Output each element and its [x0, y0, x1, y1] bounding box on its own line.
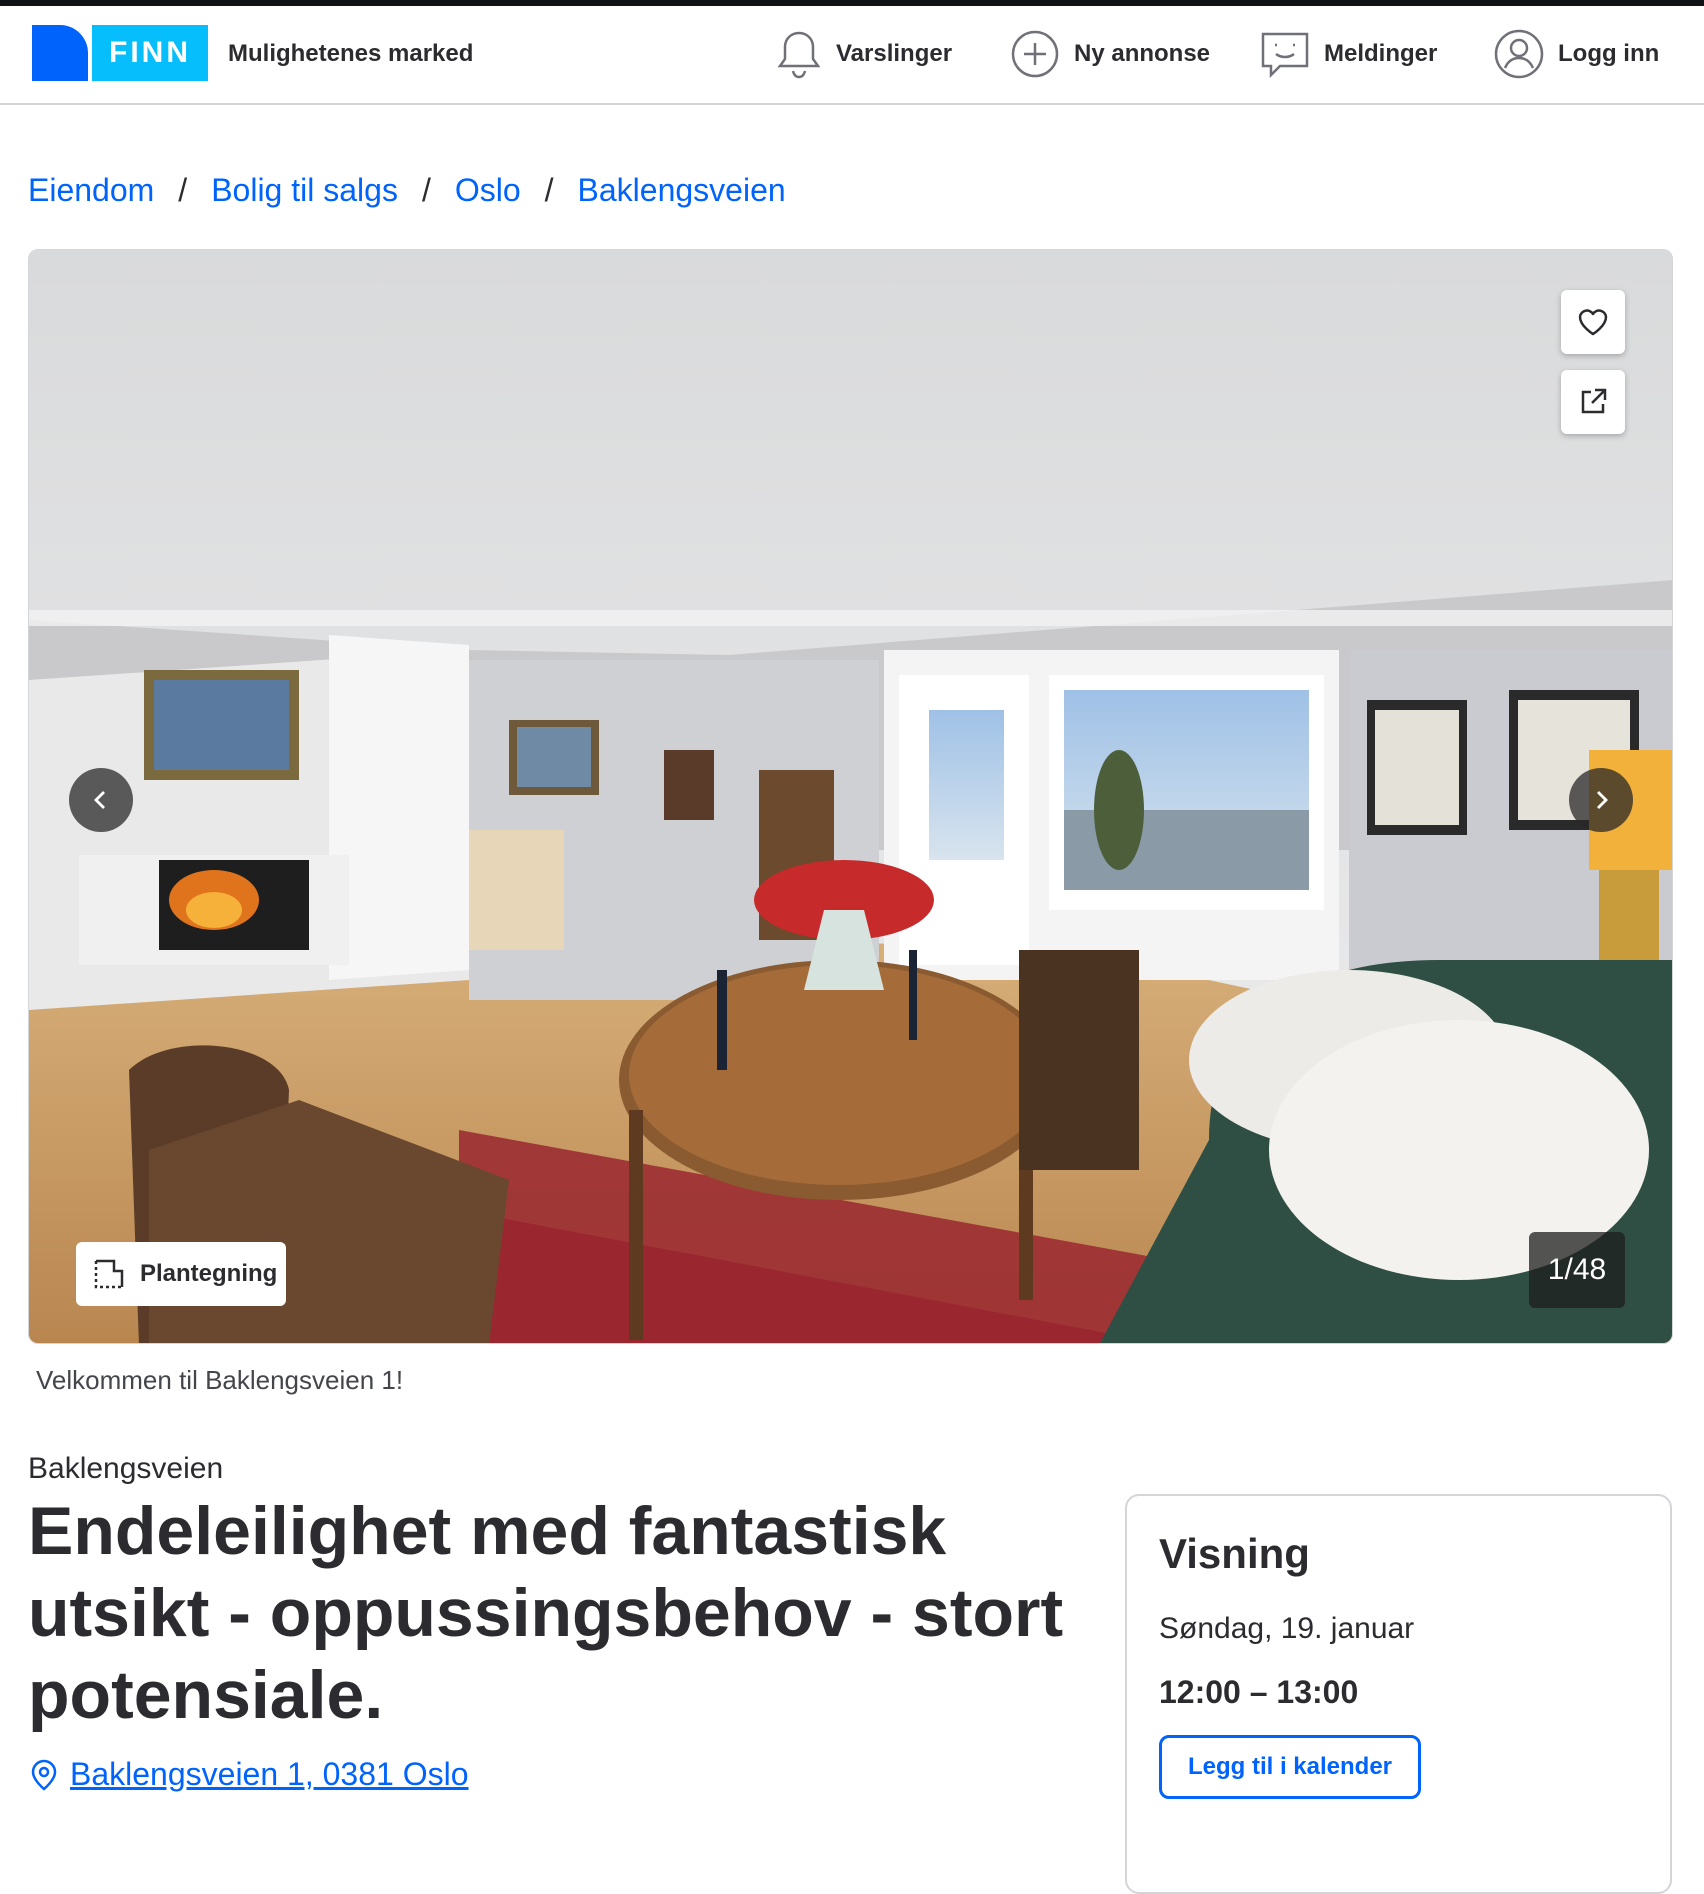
chevron-right-icon — [1597, 791, 1608, 809]
breadcrumb-eiendom[interactable]: Eiendom — [28, 172, 154, 209]
bell-icon — [777, 31, 821, 79]
previous-image-button[interactable] — [69, 768, 133, 832]
favorite-button[interactable] — [1561, 290, 1625, 354]
add-to-calendar-button[interactable]: Legg til i kalender — [1159, 1735, 1421, 1799]
nav-notifications[interactable]: Varslinger — [776, 26, 952, 82]
image-gallery[interactable]: Plantegning 1/48 — [28, 249, 1673, 1344]
image-counter: 1/48 — [1529, 1232, 1625, 1308]
breadcrumb-separator: / — [544, 172, 554, 208]
next-image-button[interactable] — [1569, 768, 1633, 832]
plus-circle-icon — [1011, 30, 1059, 78]
viewing-date: Søndag, 19. januar — [1159, 1612, 1415, 1645]
listing-address-link[interactable]: Baklengsveien 1, 0381 Oslo — [28, 1756, 468, 1793]
breadcrumb-baklengsveien[interactable]: Baklengsveien — [578, 172, 786, 209]
nav-messages[interactable]: Meldinger — [1260, 26, 1437, 82]
image-caption: Velkommen til Baklengsveien 1! — [36, 1365, 404, 1395]
nav-new-ad[interactable]: Ny annonse — [1010, 26, 1210, 82]
chevron-left-icon — [94, 791, 105, 809]
site-tagline: Mulighetenes marked — [228, 40, 474, 67]
nav-notifications-label: Varslinger — [836, 40, 953, 67]
nav-login-label: Logg inn — [1558, 40, 1660, 67]
viewing-time: 12:00 – 13:00 — [1159, 1674, 1359, 1710]
breadcrumb-bolig-til-salgs[interactable]: Bolig til salgs — [211, 172, 398, 209]
logo-text: FINN — [92, 25, 208, 81]
breadcrumb-separator: / — [178, 172, 188, 208]
floorplan-icon — [94, 1259, 124, 1289]
share-button[interactable] — [1561, 370, 1625, 434]
listing-title: Endeleilighet med fantastisk utsikt - op… — [28, 1493, 1064, 1733]
breadcrumb-separator: / — [421, 172, 431, 208]
heart-icon — [1578, 309, 1608, 336]
nav-login[interactable]: Logg inn — [1494, 26, 1659, 82]
living-room-photo — [29, 250, 1672, 1343]
message-icon — [1261, 32, 1309, 79]
finn-logo[interactable]: FINN — [32, 25, 208, 81]
floorplan-label: Plantegning — [140, 1260, 278, 1287]
site-header: FINN Mulighetenes marked Varslinger Ny a… — [0, 6, 1704, 105]
floorplan-button[interactable]: Plantegning — [76, 1242, 286, 1306]
map-pin-icon — [31, 1759, 57, 1791]
viewing-heading: Visning — [1159, 1530, 1310, 1577]
breadcrumb-oslo[interactable]: Oslo — [455, 172, 521, 209]
share-icon — [1581, 388, 1607, 414]
nav-new-ad-label: Ny annonse — [1074, 40, 1211, 67]
listing-street: Baklengsveien — [28, 1452, 224, 1485]
viewing-card: Visning Søndag, 19. januar 12:00 – 13:00… — [1125, 1494, 1672, 1894]
logo-shape — [32, 25, 88, 81]
listing-address: Baklengsveien 1, 0381 Oslo — [70, 1756, 469, 1792]
user-icon — [1494, 29, 1544, 79]
nav-messages-label: Meldinger — [1324, 40, 1438, 67]
breadcrumb: Eiendom / Bolig til salgs / Oslo / Bakle… — [28, 172, 786, 209]
